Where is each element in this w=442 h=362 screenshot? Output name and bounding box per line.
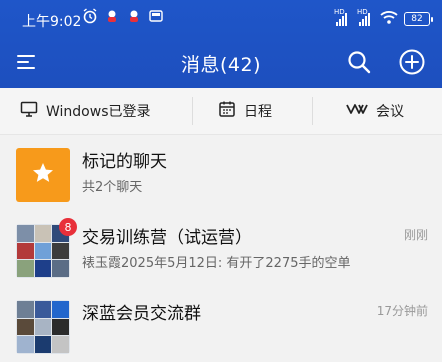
conversation-row[interactable]: 深蓝会员交流群 17分钟前 [0,286,442,362]
conversation-title: 深蓝会员交流群 [82,304,201,324]
schedule-label: 日程 [244,104,272,120]
conversation-time: 17分钟前 [376,304,428,318]
hd-label: HD [334,7,345,16]
star-icon [31,161,55,189]
conversation-subtitle: 裱玉霞2025年5月12日: 有开了2275手的空单 [82,256,351,271]
windows-login-label: Windows已登录 [46,104,151,120]
schedule-button[interactable]: 日程 [218,88,272,134]
add-icon[interactable] [398,48,426,76]
app-header: 上午9:02 HD HD 82 消息(42) [0,0,442,88]
conversation-time: 刚刚 [403,228,428,242]
conversation-title: 交易训练营（试运营） [82,228,252,248]
meeting-label: 会议 [376,104,404,120]
conversation-title: 标记的聊天 [82,152,167,172]
system-icons: HD HD 82 [334,8,433,28]
conversation-row[interactable]: 8 交易训练营（试运营） 裱玉霞2025年5月12日: 有开了2275手的空单 … [0,210,442,286]
page-title: 消息(42) [180,54,261,76]
signal-icon: HD [334,8,347,26]
app-notification-icon [148,8,164,24]
status-bar: 上午9:02 HD HD 82 [0,0,442,36]
group-avatar [16,300,70,354]
calendar-icon [218,100,236,122]
unread-badge: 8 [59,218,77,236]
quick-access-bar: Windows已登录 日程 会议 [0,88,442,135]
conversation-row[interactable]: 标记的聊天 共2个聊天 [0,134,442,210]
conversation-subtitle: 共2个聊天 [82,180,143,195]
notification-icons [82,8,164,24]
divider [192,97,193,125]
marked-chats-avatar [16,148,70,202]
windows-login-button[interactable]: Windows已登录 [20,88,151,134]
app-notification-icon [104,8,120,24]
app-notification-icon [126,8,142,24]
wifi-icon [380,9,398,28]
alarm-icon [82,8,98,24]
meeting-icon [346,101,368,121]
signal-icon: HD [357,8,370,26]
status-time: 上午9:02 [22,14,82,30]
conversation-list: 标记的聊天 共2个聊天 8 交易训练营（试运营） 裱玉霞2025年5月12日: … [0,134,442,362]
battery-level: 82 [411,13,423,24]
divider [312,97,313,125]
title-bar: 消息(42) [0,40,442,84]
monitor-icon [20,100,38,122]
search-icon[interactable] [346,49,372,75]
meeting-button[interactable]: 会议 [346,88,404,134]
battery-icon: 82 [404,11,433,26]
hd-label: HD [357,7,368,16]
